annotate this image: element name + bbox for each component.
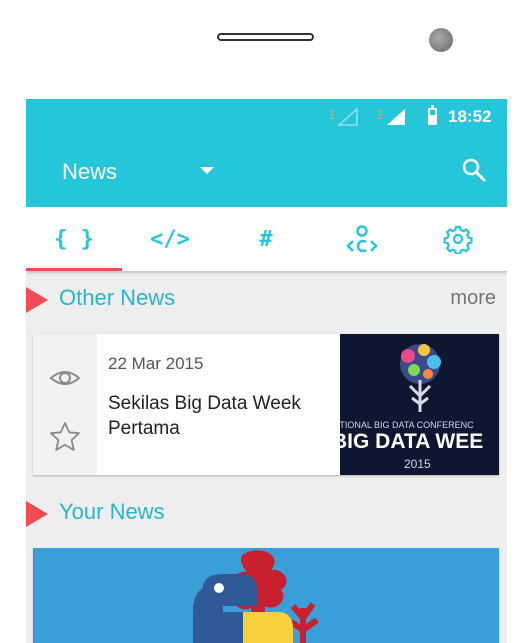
front-camera — [429, 28, 453, 52]
news-thumbnail: ATIONAL BIG DATA CONFERENC BIG DATA WEE … — [340, 334, 499, 475]
hash-icon: # — [259, 226, 273, 252]
status-time: 18:52 — [448, 107, 492, 126]
app-title[interactable]: News — [62, 159, 117, 185]
battery-icon — [428, 105, 437, 125]
section-marker-icon — [26, 287, 48, 313]
phone-screen: 1 2 18:52 News { } </> # Other News more… — [26, 99, 507, 643]
braces-icon: { } — [54, 226, 94, 252]
tab-bar: { } </> # — [26, 207, 507, 271]
other-news-header: Other News more — [26, 279, 507, 319]
big-data-logo-icon — [400, 344, 441, 412]
card-actions — [33, 334, 97, 475]
news-title[interactable]: Sekilas Big Data Week Pertama — [108, 391, 338, 441]
more-link[interactable]: more — [450, 287, 496, 310]
python-logo-icon — [193, 550, 319, 643]
news-card[interactable]: 22 Mar 2015 Sekilas Big Data Week Pertam… — [33, 334, 499, 475]
tab-settings[interactable] — [410, 207, 506, 271]
status-bar: 1 2 18:52 — [26, 99, 507, 135]
thumb-conference-text: ATIONAL BIG DATA CONFERENC — [340, 420, 474, 430]
thumb-headline: BIG DATA WEE — [340, 430, 484, 453]
tab-braces[interactable]: { } — [26, 207, 122, 271]
your-news-header: Your News — [26, 493, 507, 533]
thumb-year: 2015 — [404, 457, 431, 471]
tab-hash[interactable]: # — [218, 207, 314, 271]
active-tab-indicator — [26, 268, 122, 271]
section-marker-icon — [26, 501, 48, 527]
news-date: 22 Mar 2015 — [108, 354, 204, 373]
signal-sim1-icon — [338, 108, 358, 126]
signal-sim2-icon — [387, 109, 405, 125]
tab-code[interactable]: </> — [122, 207, 218, 271]
community-icon — [346, 225, 378, 253]
your-news-title: Your News — [59, 499, 165, 524]
star-icon[interactable] — [49, 421, 81, 453]
eye-icon[interactable] — [49, 362, 81, 394]
app-bar: News — [26, 135, 507, 207]
gear-icon — [443, 225, 473, 254]
tab-community[interactable] — [314, 207, 410, 271]
other-news-title: Other News — [59, 285, 176, 310]
your-news-card[interactable] — [33, 548, 499, 643]
sim2-label: 2 — [376, 107, 384, 122]
sim1-label: 1 — [328, 107, 336, 122]
search-icon[interactable] — [461, 157, 487, 183]
speaker-grille — [217, 33, 314, 41]
code-icon: </> — [150, 226, 190, 252]
dropdown-arrow-icon[interactable] — [200, 167, 214, 174]
